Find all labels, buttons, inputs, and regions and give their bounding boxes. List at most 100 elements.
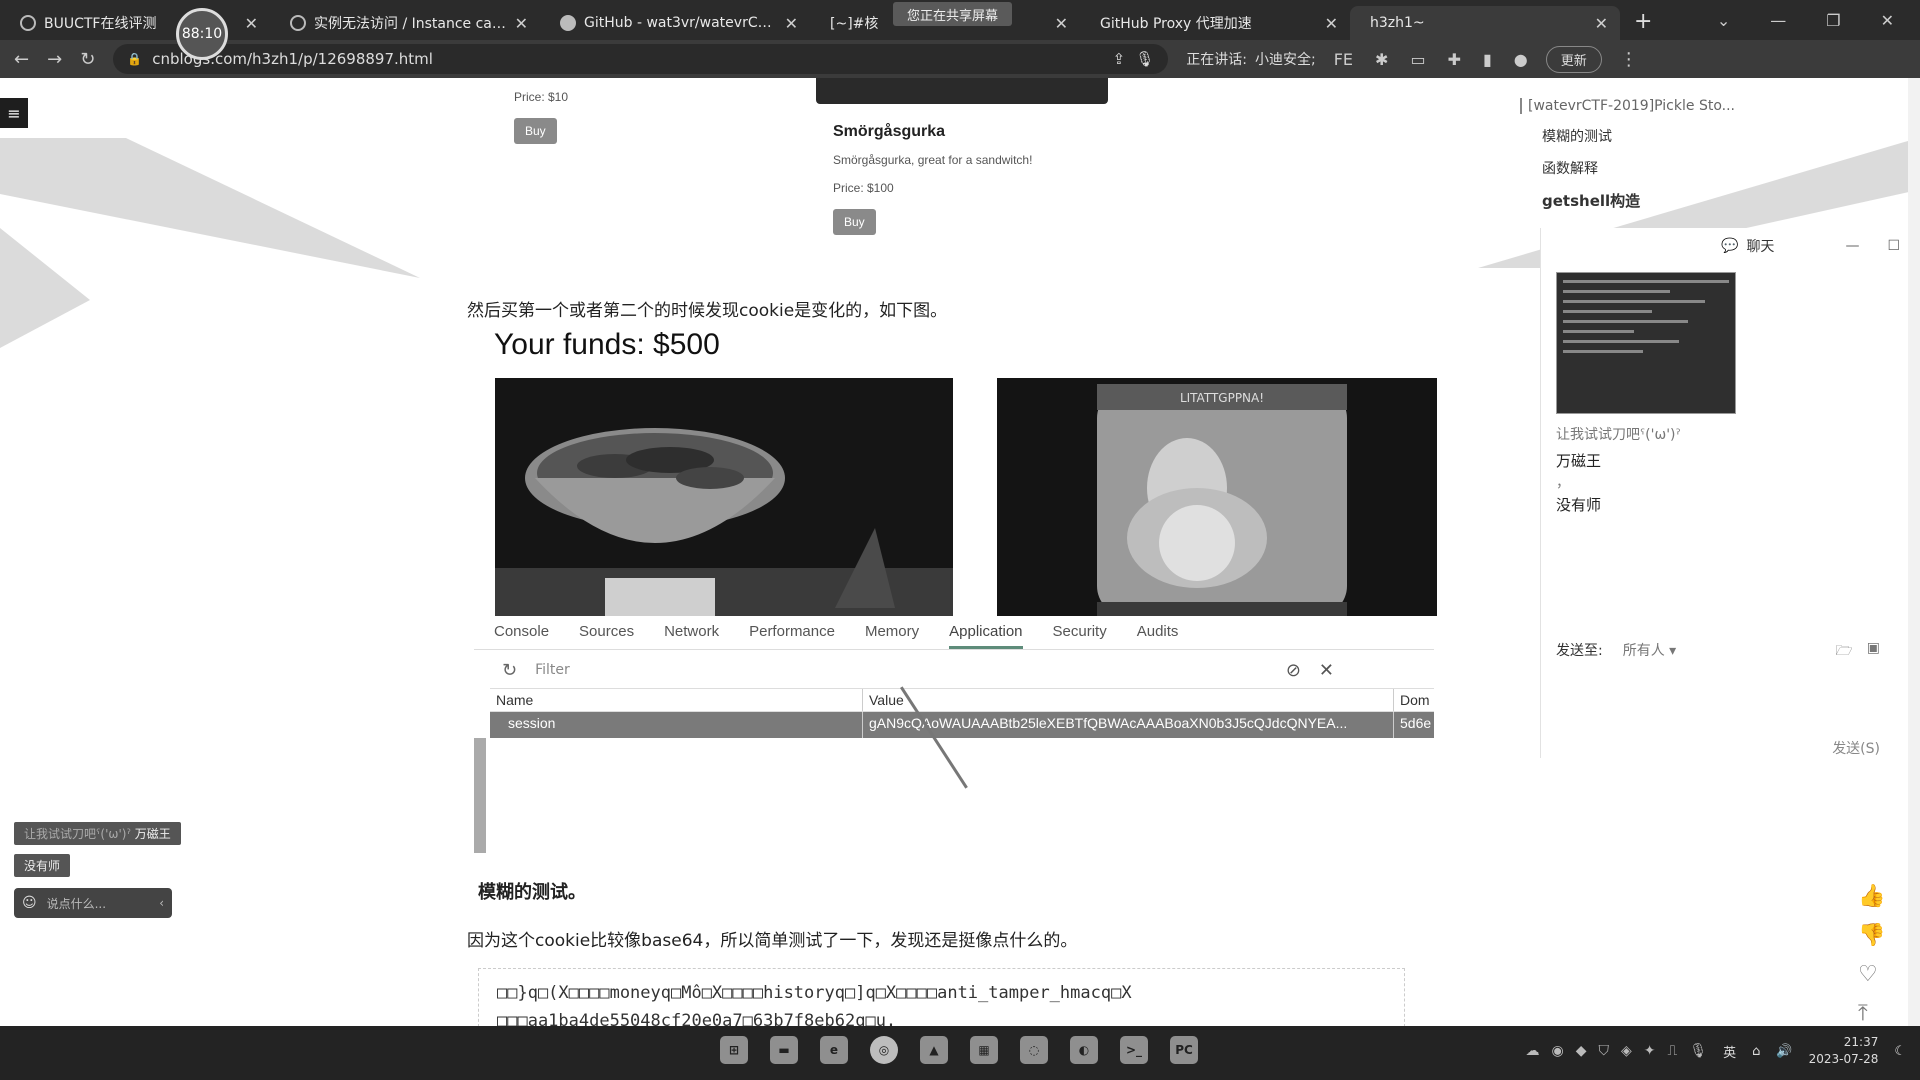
extension-monitor-icon[interactable]: ▭	[1410, 50, 1425, 69]
close-icon[interactable]: ✕	[245, 14, 258, 33]
toc-item[interactable]: [watevrCTF-2019]Pickle Sto...	[1520, 98, 1760, 114]
speaking-indicator: 正在讲话: 小迪安全;	[1186, 49, 1315, 69]
tray-app-icon[interactable]: ◈	[1621, 1043, 1632, 1059]
column-header-domain[interactable]: Dom	[1394, 689, 1434, 711]
profile-icon[interactable]: ●	[1514, 50, 1528, 69]
tab-sources[interactable]: Sources	[579, 623, 634, 640]
microphone-icon[interactable]: 🎙	[1135, 50, 1154, 68]
close-icon[interactable]: ✕	[515, 14, 528, 33]
tab-memory[interactable]: Memory	[865, 623, 919, 640]
extensions-icon[interactable]: ✚	[1448, 50, 1461, 69]
extension-fe-icon[interactable]: FE	[1334, 50, 1353, 69]
screenshot-icon[interactable]: ▣	[1867, 640, 1880, 664]
app-icon[interactable]: ◌	[1020, 1036, 1048, 1064]
thumbs-down-icon[interactable]: 👎	[1858, 923, 1885, 948]
close-icon[interactable]: ✕	[1055, 14, 1068, 33]
microphone-icon[interactable]: 🎙	[1689, 1043, 1707, 1059]
table-row[interactable]: session gAN9cQAoWAUAAABtb25leXEBTfQBWAcA…	[490, 712, 1434, 738]
tray-app-icon[interactable]: ✦	[1644, 1043, 1656, 1059]
product-card-2: Smörgåsgurka Smörgåsgurka, great for a s…	[833, 123, 1032, 235]
back-arrow-icon[interactable]: ←	[14, 49, 29, 70]
file-explorer-icon[interactable]: ▬	[770, 1036, 798, 1064]
app-icon[interactable]: ▲	[920, 1036, 948, 1064]
hamburger-menu-icon[interactable]: ≡	[0, 98, 28, 128]
sidebar-icon[interactable]: ▮	[1483, 50, 1492, 69]
tab-performance[interactable]: Performance	[749, 623, 835, 640]
share-icon[interactable]: ⇪	[1113, 50, 1126, 68]
collapse-chevron-icon[interactable]: ‹	[159, 896, 164, 910]
file-icon[interactable]: 🗁	[1835, 640, 1852, 664]
tab-github-watevr[interactable]: GitHub - wat3vr/watevrCTF-20 ✕	[540, 6, 810, 40]
minimize-icon[interactable]: —	[1770, 11, 1786, 30]
article-paragraph: 然后买第一个或者第二个的时候发现cookie是变化的，如下图。	[467, 301, 948, 321]
tab-search-chevron-icon[interactable]: ⌄	[1717, 11, 1730, 30]
reload-icon[interactable]: ↻	[80, 49, 95, 70]
tab-h3zh1[interactable]: h3zh1~ ✕	[1350, 6, 1620, 40]
extension-puzzle-icon[interactable]: ✱	[1375, 50, 1388, 69]
toc-item[interactable]: getshell构造	[1520, 190, 1760, 211]
tab-instance[interactable]: 实例无法访问 / Instance can't b ✕	[270, 6, 540, 40]
photos-icon[interactable]: ▦	[970, 1036, 998, 1064]
shared-screenshot-thumbnail[interactable]	[1556, 272, 1736, 414]
recipient-select[interactable]: 所有人 ▾	[1623, 640, 1676, 660]
restore-icon[interactable]: ❐	[1826, 11, 1840, 30]
terminal-icon[interactable]: >_	[1120, 1036, 1148, 1064]
buy-button[interactable]: Buy	[514, 118, 557, 144]
buy-button[interactable]: Buy	[833, 209, 876, 235]
chat-header: 💬 聊天 — ☐	[1541, 228, 1920, 264]
tab-application[interactable]: Application	[949, 623, 1023, 649]
system-clock[interactable]: 21:37 2023-07-28	[1809, 1034, 1879, 1068]
network-icon[interactable]: ⌂	[1752, 1044, 1760, 1059]
send-button[interactable]: 发送(S)	[1832, 738, 1880, 758]
minimize-icon[interactable]: —	[1845, 238, 1859, 254]
app-icon[interactable]: ◐	[1070, 1036, 1098, 1064]
window-close-icon[interactable]: ✕	[1881, 11, 1894, 30]
tray-app-icon[interactable]: ☁	[1526, 1043, 1540, 1059]
url-field[interactable]: 🔒 cnblogs.com/h3zh1/p/12698897.html ⇪ 🎙	[113, 44, 1169, 74]
devtools-scrollbar[interactable]	[474, 738, 486, 853]
maximize-icon[interactable]: ☐	[1887, 238, 1900, 254]
chrome-browser-icon[interactable]: ◎	[870, 1036, 898, 1064]
column-header-value[interactable]: Value	[863, 689, 1394, 711]
clear-all-icon[interactable]: ⊘	[1286, 660, 1301, 681]
chat-message: ，	[1556, 475, 1570, 491]
emoji-icon[interactable]: ☺	[22, 895, 37, 911]
tab-console[interactable]: Console	[494, 623, 549, 640]
globe-icon	[290, 15, 306, 31]
floating-chat-input[interactable]: ☺ 说点什么... ‹	[14, 888, 172, 918]
filter-input[interactable]: Filter	[535, 662, 570, 678]
tray-app-icon[interactable]: ◉	[1552, 1043, 1564, 1059]
column-header-name[interactable]: Name	[490, 689, 863, 711]
start-windows-icon[interactable]: ⊞	[720, 1036, 748, 1064]
tab-github-proxy[interactable]: GitHub Proxy 代理加速 ✕	[1080, 6, 1350, 40]
volume-icon[interactable]: 🔊	[1776, 1044, 1792, 1059]
usb-icon[interactable]: ⎍	[1668, 1043, 1678, 1059]
toc-item[interactable]: 模糊的测试	[1520, 126, 1760, 146]
close-icon[interactable]: ✕	[1325, 14, 1338, 33]
toc-item[interactable]: 函数解释	[1520, 158, 1760, 178]
tab-buuctf[interactable]: BUUCTF在线评测 ✕	[0, 6, 270, 40]
taskbar-apps: ⊞ ▬ e ◎ ▲ ▦ ◌ ◐ >_ PC	[720, 1036, 1198, 1064]
page-scrollbar[interactable]	[1908, 78, 1920, 1026]
new-tab-plus-icon[interactable]: +	[1634, 9, 1652, 34]
tray-icons: ☁ ◉ ◆ ⛉ ◈ ✦ ⎍ 🎙	[1526, 1043, 1708, 1059]
notification-moon-icon[interactable]: ☾	[1894, 1044, 1906, 1059]
pycharm-icon[interactable]: PC	[1170, 1036, 1198, 1064]
back-to-top-icon[interactable]: ⤒	[1858, 1001, 1885, 1026]
tray-app-icon[interactable]: ◆	[1576, 1043, 1587, 1059]
edge-browser-icon[interactable]: e	[820, 1036, 848, 1064]
tab-security[interactable]: Security	[1053, 623, 1107, 640]
menu-kebab-icon[interactable]: ⋮	[1620, 49, 1638, 70]
heart-icon[interactable]: ♡	[1858, 962, 1885, 987]
shield-icon[interactable]: ⛉	[1599, 1043, 1610, 1059]
thumbs-up-icon[interactable]: 👍	[1858, 884, 1885, 909]
update-button[interactable]: 更新	[1545, 45, 1602, 73]
close-icon[interactable]: ✕	[1595, 14, 1608, 33]
tab-network[interactable]: Network	[664, 623, 719, 640]
delete-selected-icon[interactable]: ✕	[1319, 660, 1334, 681]
forward-arrow-icon[interactable]: →	[47, 49, 62, 70]
close-icon[interactable]: ✕	[785, 14, 798, 33]
refresh-icon[interactable]: ↻	[502, 660, 517, 681]
input-method-indicator[interactable]: 英	[1723, 1042, 1736, 1061]
tab-audits[interactable]: Audits	[1137, 623, 1179, 640]
